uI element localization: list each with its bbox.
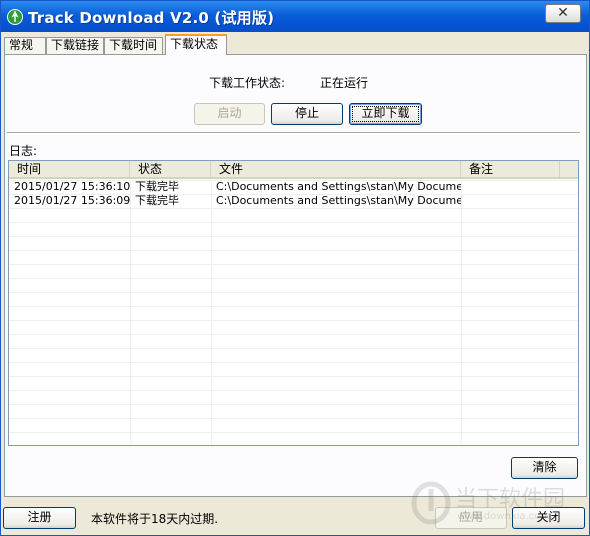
cell-status: 下载完毕 [135,194,179,207]
column-header-status[interactable]: 状态 [130,161,211,178]
cell-note [461,194,560,208]
expiry-notice: 本软件将于18天内过期. [91,512,219,526]
cell-status: 下载完毕 [135,180,179,193]
tab-download-status[interactable]: 下载状态 [165,34,227,55]
app-window: Track Download V2.0 (试用版) ✕ 常规 下载链接 下载时间… [0,0,590,536]
column-divider [211,180,212,445]
cell-time: 2015/01/27 15:36:10 [14,180,130,193]
tab-download-links[interactable]: 下载链接 [46,37,104,54]
close-window-button[interactable]: ✕ [545,4,581,23]
column-divider [461,180,462,445]
window-title: Track Download V2.0 (试用版) [28,9,275,27]
register-button[interactable]: 注册 [3,507,76,529]
start-button[interactable]: 启动 [194,103,265,125]
log-label: 日志: [9,144,38,158]
table-body: 2015/01/27 15:36:10 下载完毕 C:\Documents an… [9,180,578,208]
close-icon: ✕ [557,5,569,21]
table-grid [9,180,578,445]
column-header-note[interactable]: 备注 [461,161,560,178]
watermark-text: 当下软件园 [455,487,566,512]
column-header-file[interactable]: 文件 [211,161,461,178]
watermark-logo-icon [411,481,451,525]
watermark-url: www.downxia.com [457,511,551,522]
cell-note [461,180,560,194]
table-row[interactable]: 2015/01/27 15:36:10 下载完毕 C:\Documents an… [9,180,578,194]
watermark: 当下软件园 www.downxia.com [411,479,581,529]
clear-button[interactable]: 清除 [511,457,578,479]
table-header: 时间 状态 文件 备注 [9,161,578,179]
download-now-button[interactable]: 立即下载 [349,103,422,125]
tab-general[interactable]: 常规 [4,37,46,54]
status-value: 正在运行 [320,76,369,90]
cell-time: 2015/01/27 15:36:09 [14,194,130,207]
table-row[interactable]: 2015/01/27 15:36:09 下载完毕 C:\Documents an… [9,194,578,208]
status-label: 下载工作状态: [209,76,286,90]
cell-file: C:\Documents and Settings\stan\My Docume… [216,194,461,207]
log-table[interactable]: 时间 状态 文件 备注 2015/01/27 15:36:10 下载完毕 C:\… [8,160,579,446]
separator [7,132,580,134]
stop-button[interactable]: 停止 [271,103,343,125]
column-header-time[interactable]: 时间 [9,161,130,178]
app-logo-icon [7,9,23,25]
status-panel: 下载工作状态: 正在运行 启动 停止 立即下载 日志: 时间 状态 文件 备注 … [4,54,587,497]
tab-download-time[interactable]: 下载时间 [104,37,163,54]
title-bar[interactable]: Track Download V2.0 (试用版) ✕ [1,1,589,32]
cell-file: C:\Documents and Settings\stan\My Docume… [216,180,461,193]
column-divider [130,180,131,445]
